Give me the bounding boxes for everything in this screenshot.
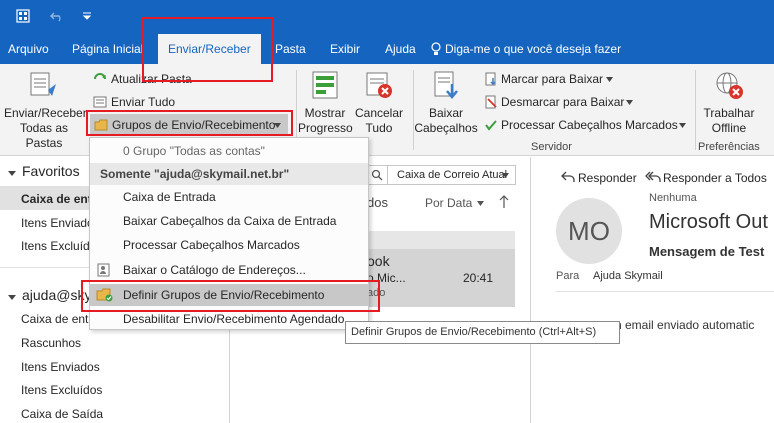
tab-home[interactable]: Página Inicial <box>72 34 143 64</box>
folder-icon <box>94 119 108 131</box>
lightbulb-icon <box>431 42 441 55</box>
group-label-server: Servidor <box>531 141 572 153</box>
message-body: n email enviado automatic <box>615 318 755 332</box>
send-receive-all-icon[interactable] <box>16 9 30 23</box>
define-groups-icon <box>96 288 113 302</box>
process-marked-button[interactable]: Processar Cabeçalhos Marcados <box>501 118 678 132</box>
work-offline-icon <box>716 72 743 99</box>
undo-icon[interactable] <box>50 9 64 23</box>
search-button[interactable] <box>366 165 388 185</box>
ribbon-separator <box>695 70 696 150</box>
tab-view[interactable]: Exibir <box>330 34 360 64</box>
groups-button[interactable]: Grupos de Envio/Recebimento <box>90 114 288 136</box>
sort-by-date[interactable]: Por Data <box>425 196 472 210</box>
download-headers-button[interactable]: Baixar Cabeçalhos <box>414 106 478 136</box>
message-item[interactable]: ook o Mic... 20:41 ado <box>367 249 515 307</box>
reply-all-button[interactable]: Responder a Todos <box>663 171 767 185</box>
download-headers-icon <box>434 71 458 99</box>
favorites-header[interactable]: Favoritos <box>22 163 80 179</box>
nav-outbox[interactable]: Caixa de Saída <box>21 407 103 421</box>
tab-folder[interactable]: Pasta <box>275 34 306 64</box>
message-subject: o Mic... <box>367 271 406 285</box>
sort-arrow-up-icon[interactable] <box>499 195 509 209</box>
to-label: Para <box>556 270 580 282</box>
chevron-down-icon[interactable] <box>606 77 613 82</box>
reply-all-icon <box>645 171 661 182</box>
nav-sent[interactable]: Itens Enviados <box>21 360 100 374</box>
process-marked-icon <box>485 120 497 131</box>
tab-help[interactable]: Ajuda <box>385 34 416 64</box>
update-folder-icon <box>94 73 106 80</box>
chevron-down-icon[interactable] <box>626 100 633 105</box>
chevron-down-icon[interactable] <box>477 201 484 206</box>
show-progress-button[interactable]: Mostrar Progresso <box>298 106 353 136</box>
divider <box>556 291 774 292</box>
search-scope-select[interactable]: Caixa de Correio Atual <box>366 165 516 185</box>
send-receive-all-button[interactable]: Enviar/Receber Todas as Pastas <box>4 106 87 151</box>
unmark-download-icon <box>485 95 497 109</box>
unmark-download-button[interactable]: Desmarcar para Baixar <box>501 95 624 109</box>
search-scope-label: Caixa de Correio Atual <box>397 169 508 181</box>
message-subject-header: Mensagem de Test <box>649 244 765 259</box>
menu-item-download-address-book[interactable]: Baixar o Catálogo de Endereços... <box>90 259 368 281</box>
group-header-today <box>367 231 515 249</box>
ribbon-tabs: Arquivo Página Inicial Enviar/Receber Pa… <box>0 34 774 64</box>
avatar: MO <box>556 198 622 264</box>
mark-download-icon <box>485 72 496 86</box>
work-offline-button[interactable]: Trabalhar Offline <box>698 106 760 136</box>
reading-pane: Responder Responder a Todos Nenhuma MO M… <box>530 157 774 423</box>
all-filter[interactable]: dos <box>367 195 388 210</box>
account-header[interactable]: ajuda@sky <box>22 287 91 303</box>
nav-drafts[interactable]: Rascunhos <box>21 336 81 350</box>
tooltip: Definir Grupos de Envio/Recebimento (Ctr… <box>345 321 620 344</box>
nav-inbox[interactable]: Caixa de entr <box>21 312 92 326</box>
tab-send-receive[interactable]: Enviar/Receber <box>158 34 261 64</box>
reply-icon <box>561 171 575 182</box>
groups-dropdown-menu: 0 Grupo "Todas as contas" Somente "ajuda… <box>89 137 369 330</box>
menu-item-disable-scheduled[interactable]: Desabilitar Envio/Recebimento Agendado <box>90 308 368 330</box>
menu-item-download-headers[interactable]: Baixar Cabeçalhos da Caixa de Entrada <box>90 210 368 232</box>
message-sender: ook <box>367 253 390 269</box>
cancel-all-button[interactable]: Cancelar Tudo <box>352 106 406 136</box>
chevron-down-icon <box>502 173 509 178</box>
to-value[interactable]: Ajuda Skymail <box>593 270 663 282</box>
search-icon <box>371 169 383 181</box>
message-preview: ado <box>367 287 386 299</box>
update-folder-button[interactable]: Atualizar Pasta <box>111 72 192 86</box>
collapse-icon[interactable] <box>8 169 16 177</box>
menu-item-inbox[interactable]: Caixa de Entrada <box>90 186 368 208</box>
nav-fav-sent[interactable]: Itens Enviado <box>21 216 94 230</box>
menu-section-account: Somente "ajuda@skymail.net.br" <box>90 163 368 185</box>
reply-button[interactable]: Responder <box>578 171 637 185</box>
mark-download-button[interactable]: Marcar para Baixar <box>501 72 603 86</box>
title-bar <box>0 0 774 34</box>
address-book-icon <box>97 263 110 277</box>
cancel-all-icon <box>366 72 392 98</box>
sender-name[interactable]: Microsoft Out <box>649 211 768 234</box>
nav-deleted[interactable]: Itens Excluídos <box>21 383 102 397</box>
show-progress-icon <box>312 71 338 99</box>
menu-item-define-groups[interactable]: Definir Grupos de Envio/Recebimento <box>90 284 368 306</box>
groups-button-label: Grupos de Envio/Recebimento <box>112 118 276 132</box>
collapse-icon[interactable] <box>8 293 16 301</box>
send-all-button[interactable]: Enviar Tudo <box>111 95 175 109</box>
nav-fav-inbox[interactable]: Caixa de entr <box>21 192 96 206</box>
none-label: Nenhuma <box>649 192 697 204</box>
tell-me-search[interactable]: Diga-me o que você deseja fazer <box>445 34 621 64</box>
tab-file[interactable]: Arquivo <box>8 34 49 64</box>
chevron-down-icon[interactable] <box>679 123 686 128</box>
customize-toolbar-icon[interactable] <box>80 9 94 23</box>
menu-item-process-marked[interactable]: Processar Cabeçalhos Marcados <box>90 234 368 256</box>
send-all-icon <box>93 96 107 108</box>
message-time: 20:41 <box>463 271 494 285</box>
menu-item-all-accounts[interactable]: 0 Grupo "Todas as contas" <box>90 140 368 162</box>
group-label-preferences: Preferências <box>698 141 760 153</box>
nav-fav-deleted[interactable]: Itens Excluído <box>21 239 96 253</box>
chevron-down-icon <box>274 123 281 128</box>
send-receive-all-big-icon <box>30 72 56 96</box>
